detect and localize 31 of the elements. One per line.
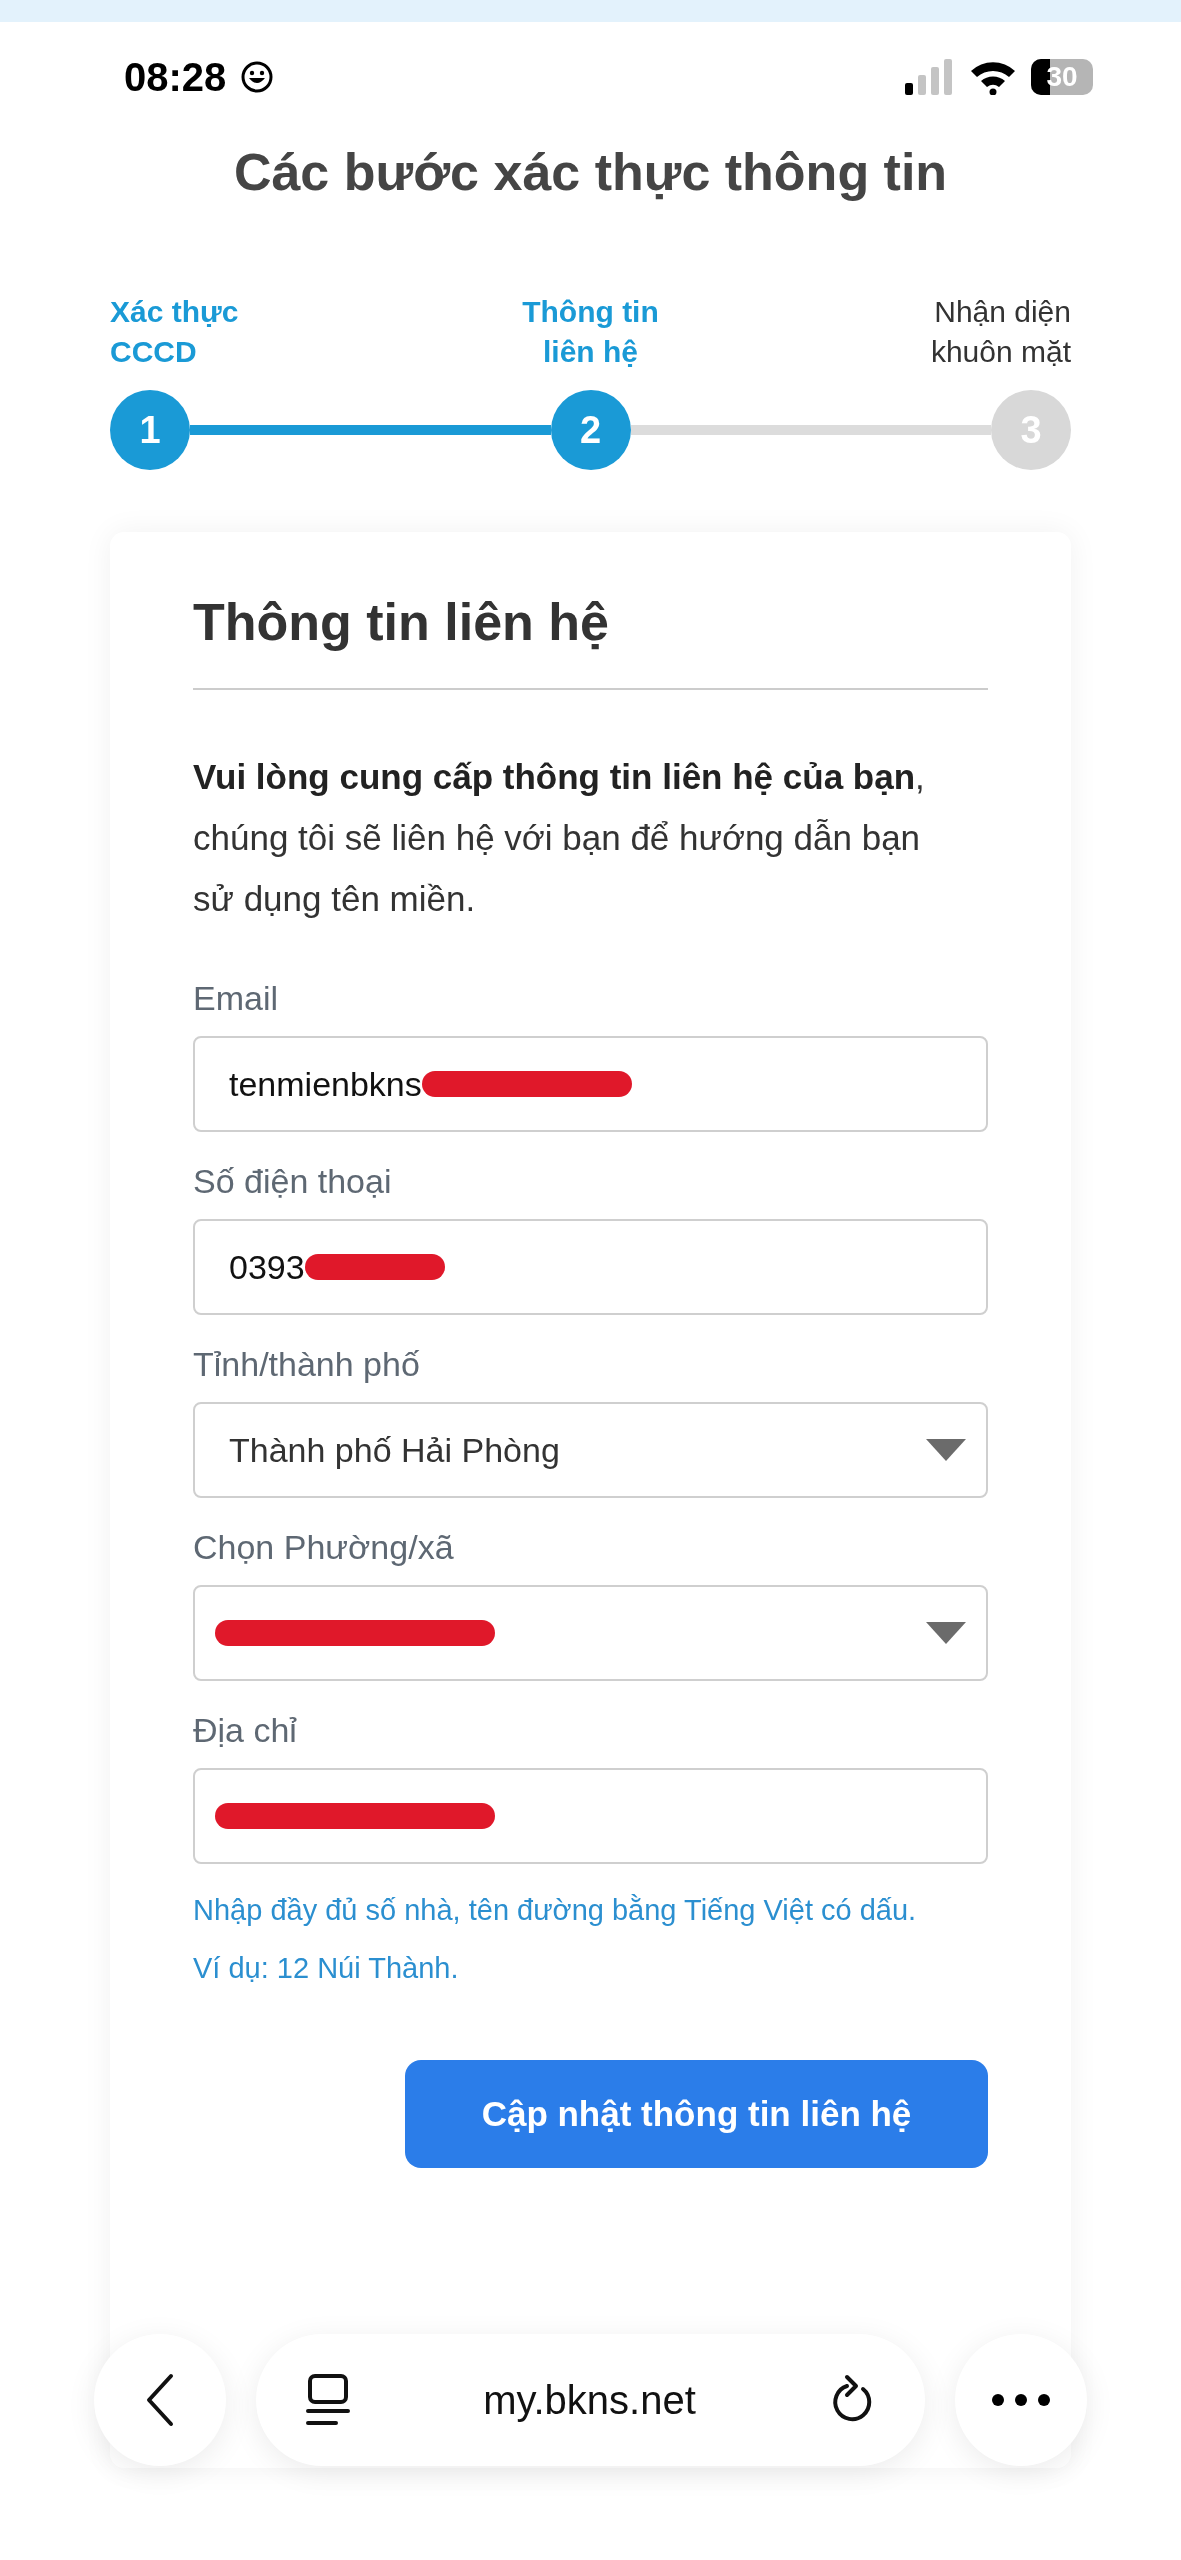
input-field[interactable] bbox=[193, 1768, 988, 1864]
step-label: Xác thực CCCD bbox=[110, 294, 240, 370]
field-label: Số điện thoại bbox=[193, 1162, 393, 1201]
page-title: Các bước xác thực thông tin bbox=[232, 142, 949, 202]
field-label: Chọn Phường/xã bbox=[193, 1528, 455, 1567]
step-circle: 1 bbox=[110, 390, 190, 470]
clock-time: 08:28 bbox=[124, 54, 227, 100]
field-label: Tỉnh/thành phố bbox=[193, 1345, 421, 1384]
input-field[interactable]: 0393 bbox=[193, 1219, 988, 1315]
field-label: Email bbox=[193, 979, 280, 1018]
update-button[interactable]: Cập nhật thông tin liên hệ bbox=[405, 2060, 988, 2168]
wifi-icon bbox=[969, 59, 1017, 95]
select-field[interactable]: Thành phố Hải Phòng bbox=[193, 1402, 988, 1498]
caret-icon bbox=[926, 1622, 966, 1644]
reader-icon[interactable] bbox=[306, 2373, 350, 2427]
step-label: Thông tin liên hệ bbox=[521, 294, 660, 370]
more-icon bbox=[991, 2393, 1051, 2407]
field-label: Địa chỉ bbox=[193, 1711, 298, 1750]
input-field[interactable]: tenmienbkns bbox=[193, 1036, 988, 1132]
intro-text: Vui lòng cung cấp thông tin liên hệ của bạn, chúng tôi sẽ liên hệ với bạn để hướng dẫn bạn sử dụng tên miền. bbox=[193, 756, 926, 920]
step-label: Nhận diện khuôn mặt bbox=[929, 294, 1071, 370]
step-circle: 2 bbox=[550, 390, 631, 470]
select-field[interactable] bbox=[193, 1585, 988, 1681]
smiley-icon bbox=[240, 60, 275, 94]
address-bar[interactable]: my.bkns.net bbox=[256, 2334, 925, 2466]
url-text: my.bkns.net bbox=[483, 2377, 696, 2423]
card-heading: Thông tin liên hệ bbox=[193, 592, 988, 690]
signal-icon bbox=[905, 59, 955, 95]
caret-icon bbox=[926, 1439, 966, 1461]
hint-text: Nhập đầy đủ số nhà, tên đường bằng Tiếng Việt có dấu. bbox=[193, 1893, 918, 1928]
hint-text: Ví dụ: 12 Núi Thành. bbox=[193, 1951, 460, 1986]
